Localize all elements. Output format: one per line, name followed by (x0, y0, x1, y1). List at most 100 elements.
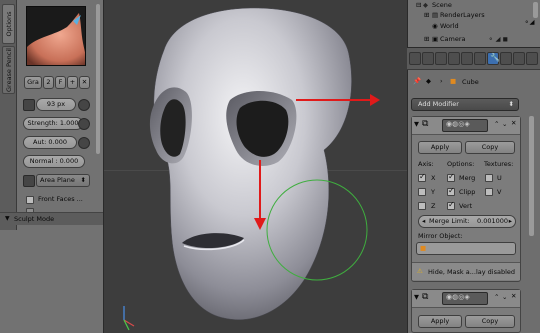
mirror-modifier-icon: ⧉ (422, 119, 429, 129)
warning-icon: ⚠ (417, 267, 423, 275)
brush-users-button[interactable]: 2 (43, 76, 54, 89)
merge-limit-value: 0.001000 (477, 217, 509, 225)
expand-icon: ⊞ (424, 35, 430, 43)
modifier-icon: ⧉ (422, 292, 429, 302)
mirror-object-field[interactable]: ■ (416, 242, 516, 255)
outliner-row-scene[interactable]: ⊟ ◆ Scene (408, 0, 532, 10)
properties-scrollbar[interactable] (529, 116, 534, 236)
clipping-label: Clipp (459, 188, 476, 196)
strength-pressure-icon[interactable] (78, 118, 90, 130)
new-brush-button[interactable]: + (67, 76, 78, 89)
radius-value: 93 px (46, 100, 66, 108)
tab-object[interactable] (461, 52, 473, 65)
move-down-icon[interactable]: ⌄ (502, 120, 507, 128)
pin-icon[interactable]: 📌 (413, 77, 421, 85)
world-icon: ◉ (432, 22, 438, 30)
radius-field[interactable]: 93 px (36, 98, 76, 111)
plus-icon: + (69, 78, 76, 86)
axis-z-checkbox[interactable] (418, 202, 426, 210)
tab-grease-pencil-label: Grease Pencil (4, 48, 13, 92)
outliner: ⊟ ◆ Scene ⊞ ▤ RenderLayers ◉ World ⊞ ▣ C… (407, 0, 540, 48)
blender-window: Options Grease Pencil Gra 2 F + ✕ 93 px … (0, 0, 540, 333)
outliner-row-renderlayers[interactable]: ⊞ ▤ RenderLayers (408, 10, 532, 20)
scene-label: Scene (432, 1, 452, 9)
strength-value: Strength: 1.000 (27, 119, 79, 127)
second-copy-button[interactable]: Copy (465, 315, 515, 328)
sculpt-mode-header[interactable]: ▼ Sculpt Mode (0, 212, 103, 225)
add-modifier-dropdown[interactable]: Add Modifier ⬍ (411, 98, 519, 111)
brush-preview[interactable] (26, 6, 86, 66)
merge-limit-field[interactable]: ◂ Merge Limit: 0.001000 ▸ (418, 215, 516, 228)
texture-v-checkbox[interactable] (485, 188, 493, 196)
tab-options[interactable]: Options (2, 4, 15, 44)
breadcrumb-object-name: Cube (462, 78, 479, 86)
tab-texture[interactable] (526, 52, 538, 65)
outliner-row-world[interactable]: ◉ World (408, 21, 532, 31)
restrict-icons[interactable]: ⚬◢ (524, 18, 534, 26)
outliner-row-camera[interactable]: ⊞ ▣ Camera ⚬ ◢ ◼ (408, 34, 532, 44)
close-icon: ✕ (81, 78, 88, 86)
sculpt-plane-dropdown[interactable]: Area Plane ⬍ (36, 174, 90, 187)
merge-checkbox[interactable] (447, 172, 455, 182)
cube-icon: ■ (450, 77, 457, 85)
collapse-triangle-icon[interactable]: ▼ (414, 120, 419, 128)
move-up-icon[interactable]: ⌃ (494, 293, 499, 301)
texture-v-label: V (497, 188, 502, 196)
move-up-icon[interactable]: ⌃ (494, 120, 499, 128)
front-faces-checkbox[interactable] (26, 196, 34, 204)
tab-layers[interactable] (422, 52, 434, 65)
axis-header: Axis: (418, 160, 434, 168)
axis-y-label: Y (431, 188, 435, 196)
mirror-copy-button[interactable]: Copy (465, 141, 515, 154)
tab-data[interactable] (500, 52, 512, 65)
normal-weight-field[interactable]: Normal : 0.000 (23, 155, 85, 168)
camera-restrict-icons[interactable]: ⚬ ◢ ◼ (488, 34, 508, 44)
brush-icon-grab[interactable]: Gra (24, 76, 42, 89)
outliner-scrollbar[interactable] (533, 2, 538, 18)
vertex-groups-checkbox[interactable] (447, 200, 455, 210)
3d-viewport[interactable] (104, 0, 407, 333)
radius-unit-icon[interactable] (23, 99, 35, 111)
second-apply-button[interactable]: Apply (418, 315, 462, 328)
axis-x-checkbox[interactable] (418, 172, 426, 182)
texture-u-checkbox[interactable] (485, 174, 493, 182)
camera-label: Camera (440, 35, 466, 43)
expand-icon: ⊞ (424, 11, 430, 19)
axis-y-checkbox[interactable] (418, 188, 426, 196)
merge-limit-decrement-icon: ◂ (422, 217, 426, 225)
options-header: Options: (447, 160, 475, 168)
tab-constraints[interactable] (474, 52, 486, 65)
mirror-copy-label: Copy (481, 143, 499, 151)
autosmooth-field[interactable]: Aut: 0.000 (23, 136, 77, 149)
modifier-visibility-icons[interactable]: ◉◍◎◈ (446, 293, 470, 301)
warning-row: ⚠ Hide, Mask a...lay disabled (412, 262, 520, 280)
brush-fake-user-button[interactable]: F (55, 76, 66, 89)
clipping-checkbox[interactable] (447, 186, 455, 196)
mirror-apply-button[interactable]: Apply (418, 141, 462, 154)
tab-render[interactable] (409, 52, 421, 65)
tab-grease-pencil[interactable]: Grease Pencil (2, 46, 15, 94)
tab-scene[interactable] (435, 52, 447, 65)
radius-pressure-icon[interactable] (78, 99, 90, 111)
strength-field[interactable]: Strength: 1.000 (23, 117, 83, 130)
scene-icon: ◆ (423, 1, 428, 9)
expand-icon: ⊟ (416, 1, 422, 9)
shelf-scrollbar[interactable] (96, 4, 100, 154)
brush-preview-image (27, 13, 85, 65)
remove-modifier-icon[interactable]: ✕ (511, 119, 516, 127)
brush-fake-user-label: F (58, 78, 63, 86)
remove-modifier-icon[interactable]: ✕ (511, 292, 516, 300)
brush-icon-grab-label: Gra (27, 78, 39, 86)
unlink-brush-button[interactable]: ✕ (79, 76, 90, 89)
collapse-triangle-icon[interactable]: ▼ (414, 293, 419, 301)
modifier-visibility-icons[interactable]: ◉◍◎◈ (446, 120, 470, 128)
tab-material[interactable] (513, 52, 525, 65)
collapse-triangle-icon: ▼ (5, 215, 10, 222)
tab-modifiers[interactable]: 🔧 (487, 52, 500, 65)
brush-users-label: 2 (46, 78, 51, 86)
camera-icon: ▣ (432, 35, 439, 43)
autosmooth-pressure-icon[interactable] (78, 137, 90, 149)
cube-icon: ■ (420, 244, 427, 252)
move-down-icon[interactable]: ⌄ (502, 293, 507, 301)
tab-world[interactable] (448, 52, 460, 65)
